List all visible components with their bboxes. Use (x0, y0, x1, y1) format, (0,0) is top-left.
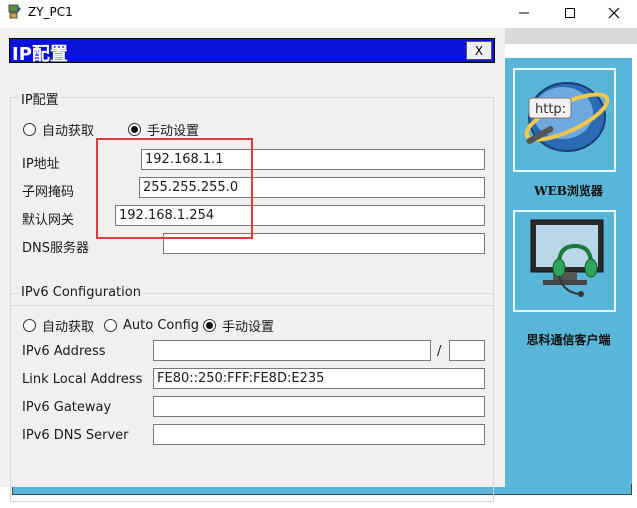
web-browser-icon: http: (524, 82, 610, 152)
ipv6-address-label: IPv6 Address (22, 344, 106, 359)
maximize-icon (565, 8, 575, 18)
ipv6-dns-label: IPv6 DNS Server (22, 428, 129, 443)
dns-server-label: DNS服务器 (22, 241, 89, 256)
ipv6-legend: IPv6 Configuration (19, 285, 143, 300)
ip-config-dialog: IP配置 X IP配置 自动获取 手动设置 IP地址 192.168.1.1 子… (0, 28, 505, 502)
highlight-box (96, 138, 253, 239)
ipv6-mode-row: 自动获取 Auto Config 手动设置 (23, 316, 274, 335)
communication-client-icon (530, 219, 604, 297)
ipv6-static-label[interactable]: 手动设置 (222, 316, 274, 335)
default-gateway-label: 默认网关 (22, 213, 75, 228)
web-browser-label: WEB浏览器 (534, 184, 603, 198)
link-local-label: Link Local Address (22, 372, 143, 387)
dialog-title: IP配置 (12, 44, 68, 65)
minimize-icon (519, 12, 529, 14)
ipv6-dhcp-radio[interactable] (23, 319, 36, 332)
web-icon-text: http: (535, 102, 566, 117)
prefix-separator: / (437, 344, 442, 359)
tab-strip (505, 28, 637, 44)
ipv4-dhcp-radio[interactable] (23, 123, 36, 136)
minimize-button[interactable] (501, 0, 547, 26)
ipv6-gateway-field[interactable] (153, 396, 485, 417)
ipv6-auto-config-label[interactable]: Auto Config (123, 318, 199, 333)
window-title: ZY_PC1 (28, 5, 73, 19)
ip-address-label: IP地址 (22, 157, 60, 172)
ipv6-prefix-field[interactable] (449, 340, 485, 361)
window-title-bar: ZY_PC1 (0, 0, 637, 26)
ipv6-group: IPv6 Configuration 自动获取 Auto Config 手动设置… (10, 285, 494, 502)
dialog-close-button[interactable]: X (466, 41, 492, 60)
ipv4-legend: IP配置 (19, 89, 61, 108)
ipv6-gateway-label: IPv6 Gateway (22, 400, 112, 415)
ipv6-address-field[interactable] (153, 340, 431, 361)
subnet-mask-label: 子网掩码 (22, 185, 75, 200)
ipv6-dns-field[interactable] (153, 424, 485, 445)
ipv6-static-radio[interactable] (203, 319, 217, 332)
ipv6-auto-config-radio[interactable] (104, 319, 118, 332)
window-close-button[interactable] (591, 0, 637, 26)
ipv6-dhcp-label[interactable]: 自动获取 (42, 316, 94, 335)
ipv4-static-radio[interactable] (128, 123, 142, 136)
cisco-client-tile[interactable] (513, 210, 616, 312)
close-icon (608, 7, 620, 19)
link-local-field[interactable]: FE80::250:FFF:FE8D:E235 (153, 368, 485, 389)
ipv4-mode-row: 自动获取 手动设置 (23, 120, 199, 139)
maximize-button[interactable] (547, 0, 593, 26)
ipv4-static-label[interactable]: 手动设置 (147, 120, 199, 139)
dialog-header: IP配置 X (9, 38, 495, 65)
ipv4-dhcp-label[interactable]: 自动获取 (42, 120, 94, 139)
web-browser-tile[interactable]: http: (513, 68, 616, 172)
cisco-client-label: 思科通信客户端 (526, 333, 611, 347)
packet-tracer-pc-icon (8, 4, 21, 19)
desktop-panel: http: WEB浏览器 思科通信客户端 (505, 58, 632, 488)
